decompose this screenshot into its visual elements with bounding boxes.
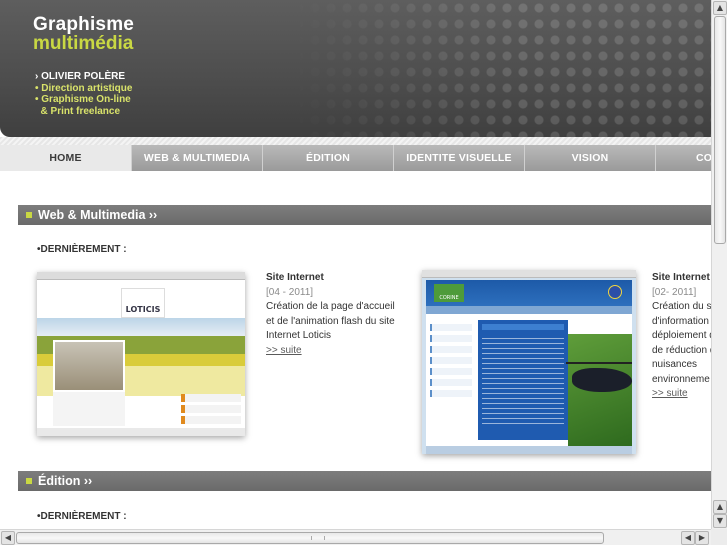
- recent-label: •DERNIÈREMENT :: [37, 244, 127, 255]
- horizontal-scrollbar[interactable]: ◀ ◀ ▶: [0, 529, 711, 545]
- project-title: Site Internet: [652, 272, 710, 283]
- thumb-logo: LOTICIS: [121, 288, 165, 318]
- tagline-line-3: & Print freelance: [35, 105, 121, 117]
- eu-flag-icon: [608, 285, 622, 299]
- scroll-right-icon[interactable]: ▶: [695, 531, 709, 545]
- nav-edition[interactable]: ÉDITION: [262, 145, 393, 171]
- thumb-footer: [426, 446, 632, 454]
- section-title: Édition ››: [38, 474, 93, 488]
- tagline-name: › OLIVIER POLÈRE: [35, 71, 126, 82]
- banner-stripe: [0, 137, 711, 145]
- tagline: › OLIVIER POLÈRE • Direction artistique …: [35, 71, 132, 117]
- project-desc-line: de réduction d: [652, 344, 711, 356]
- tagline-line-1: • Direction artistique: [35, 82, 133, 94]
- vertical-scrollbar[interactable]: ▲ ▲ ▼: [711, 0, 727, 529]
- project-thumbnail-loticis[interactable]: LOTICIS: [37, 272, 245, 436]
- tagline-line-2: • Graphisme On-line: [35, 94, 131, 105]
- section-title: Web & Multimedia ››: [38, 208, 158, 222]
- project-desc-line: Création du s: [652, 301, 711, 312]
- project-more-link[interactable]: >> suite: [652, 387, 711, 402]
- project-desc-line: nuisances: [652, 359, 698, 370]
- horizontal-scroll-thumb[interactable]: [16, 532, 604, 544]
- browser-bar: [37, 272, 245, 280]
- scroll-left-icon[interactable]: ◀: [681, 531, 695, 545]
- banner-dot-pattern: [291, 0, 711, 137]
- recent-label: •DERNIÈREMENT :: [37, 511, 127, 522]
- thumb-body: [426, 314, 632, 446]
- vertical-scroll-thumb[interactable]: [714, 16, 726, 244]
- helicopter-icon: [572, 368, 632, 392]
- project-desc-line: déploiement d: [652, 330, 711, 341]
- project-date: [02- 2011]: [652, 286, 697, 298]
- section-header-edition[interactable]: Édition ››: [18, 471, 711, 491]
- header-banner: Graphisme multimédia › OLIVIER POLÈRE • …: [0, 0, 711, 137]
- thumb-links: [181, 394, 241, 428]
- thumb-sky: [37, 318, 245, 336]
- nav-home[interactable]: HOME: [0, 145, 131, 171]
- project-more-link[interactable]: >> suite: [266, 344, 416, 359]
- nav-web-multimedia[interactable]: WEB & MULTIMEDIA: [131, 145, 262, 171]
- scroll-up-icon[interactable]: ▲: [713, 500, 727, 514]
- nav-identite-visuelle[interactable]: IDENTITE VISUELLE: [393, 145, 524, 171]
- scroll-left-icon[interactable]: ◀: [1, 531, 15, 545]
- thumb-house-photo: [53, 340, 125, 392]
- helicopter-rotor: [566, 362, 632, 364]
- nav-contact[interactable]: CO: [655, 145, 711, 171]
- logo-subtitle[interactable]: multimédia: [33, 33, 133, 55]
- main-nav: HOME WEB & MULTIMEDIA ÉDITION IDENTITE V…: [0, 145, 711, 171]
- page-viewport: Graphisme multimédia › OLIVIER POLÈRE • …: [0, 0, 711, 529]
- thumb-logo: CORINE: [434, 284, 464, 302]
- section-bullet-icon: [26, 212, 32, 218]
- nav-vision[interactable]: VISION: [524, 145, 655, 171]
- browser-bar: [422, 270, 636, 278]
- section-header-web-multimedia[interactable]: Web & Multimedia ››: [18, 205, 711, 225]
- thumb-text-panel: [53, 392, 125, 426]
- thumb-footer: [37, 428, 245, 436]
- scroll-grip-icon: [311, 536, 325, 540]
- project-desc-line: et de l'animation flash du site: [266, 315, 395, 327]
- thumb-content: [478, 320, 568, 440]
- project-text-corine: Site Internet [02- 2011] Création du s d…: [652, 271, 711, 402]
- project-text-loticis: Site Internet [04 - 2011] Création de la…: [266, 271, 416, 358]
- project-thumbnail-corine[interactable]: CORINE: [422, 270, 636, 454]
- thumb-strip: [426, 306, 632, 314]
- project-desc-line: environneme: [652, 373, 710, 385]
- project-title: Site Internet: [266, 272, 324, 283]
- project-desc-line: Internet Loticis: [266, 330, 332, 341]
- scroll-down-icon[interactable]: ▼: [713, 514, 727, 528]
- project-date: [04 - 2011]: [266, 286, 314, 298]
- scroll-up-icon[interactable]: ▲: [713, 1, 727, 15]
- section-bullet-icon: [26, 478, 32, 484]
- thumb-header: CORINE: [426, 280, 632, 306]
- project-desc-line: Création de la page d'accueil: [266, 301, 395, 312]
- thumb-menu: [430, 324, 472, 414]
- project-desc-line: d'information s: [652, 315, 711, 327]
- scrollbar-corner: [711, 529, 727, 545]
